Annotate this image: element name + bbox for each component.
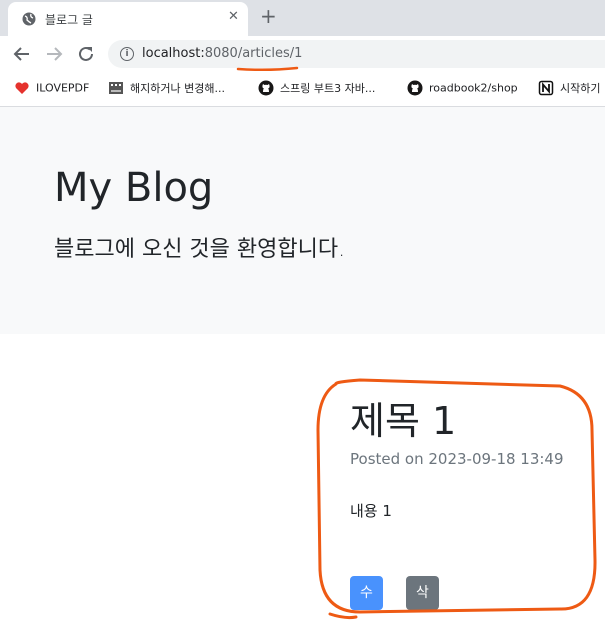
article-meta: Posted on 2023-09-18 13:49 — [350, 450, 564, 468]
browser-tab[interactable]: 블로그 글 ✕ — [8, 2, 248, 36]
forward-arrow-icon[interactable] — [42, 42, 66, 66]
new-tab-icon[interactable]: + — [260, 4, 277, 28]
article-content: 내용 1 — [350, 502, 392, 520]
film-icon — [109, 82, 123, 94]
bookmark-item-3[interactable]: 스프링 부트3 자바... — [258, 80, 375, 98]
edit-button[interactable]: 수정 — [350, 576, 383, 635]
blog-title: My Blog — [54, 165, 214, 211]
github-icon — [407, 80, 423, 96]
hero-banner: My Blog 블로그에 오신 것을 환영합니다. — [0, 107, 605, 334]
tab-title: 블로그 글 — [45, 13, 93, 27]
blog-subtitle: 블로그에 오신 것을 환영합니다. — [54, 237, 346, 262]
heart-icon — [15, 82, 29, 94]
bookmarks-bar: ILOVEPDF 해지하거나 변경해... 스프링 부트3 자바... road… — [0, 72, 605, 107]
close-tab-icon[interactable]: ✕ — [228, 9, 239, 24]
github-icon — [258, 80, 274, 96]
bookmark-item-4[interactable]: roadbook2/shop — [407, 80, 518, 98]
globe-icon — [22, 12, 36, 26]
url-text: localhost:8080/articles/1 — [142, 46, 303, 61]
bookmark-ilovepdf[interactable]: ILOVEPDF — [14, 80, 89, 98]
back-arrow-icon[interactable] — [10, 42, 34, 66]
info-icon[interactable]: i — [120, 47, 134, 61]
address-bar[interactable]: i localhost:8080/articles/1 — [108, 40, 605, 68]
reload-icon[interactable] — [74, 42, 98, 66]
bookmark-item-2[interactable]: 해지하거나 변경해... — [108, 80, 225, 98]
tab-strip: 블로그 글 ✕ + — [0, 0, 605, 36]
browser-toolbar: i localhost:8080/articles/1 — [0, 36, 605, 72]
article-title: 제목 1 — [350, 399, 457, 443]
delete-button[interactable]: 삭제 — [406, 576, 439, 635]
bookmark-item-5[interactable]: 시작하기 — [538, 80, 600, 98]
notion-icon — [538, 80, 554, 96]
